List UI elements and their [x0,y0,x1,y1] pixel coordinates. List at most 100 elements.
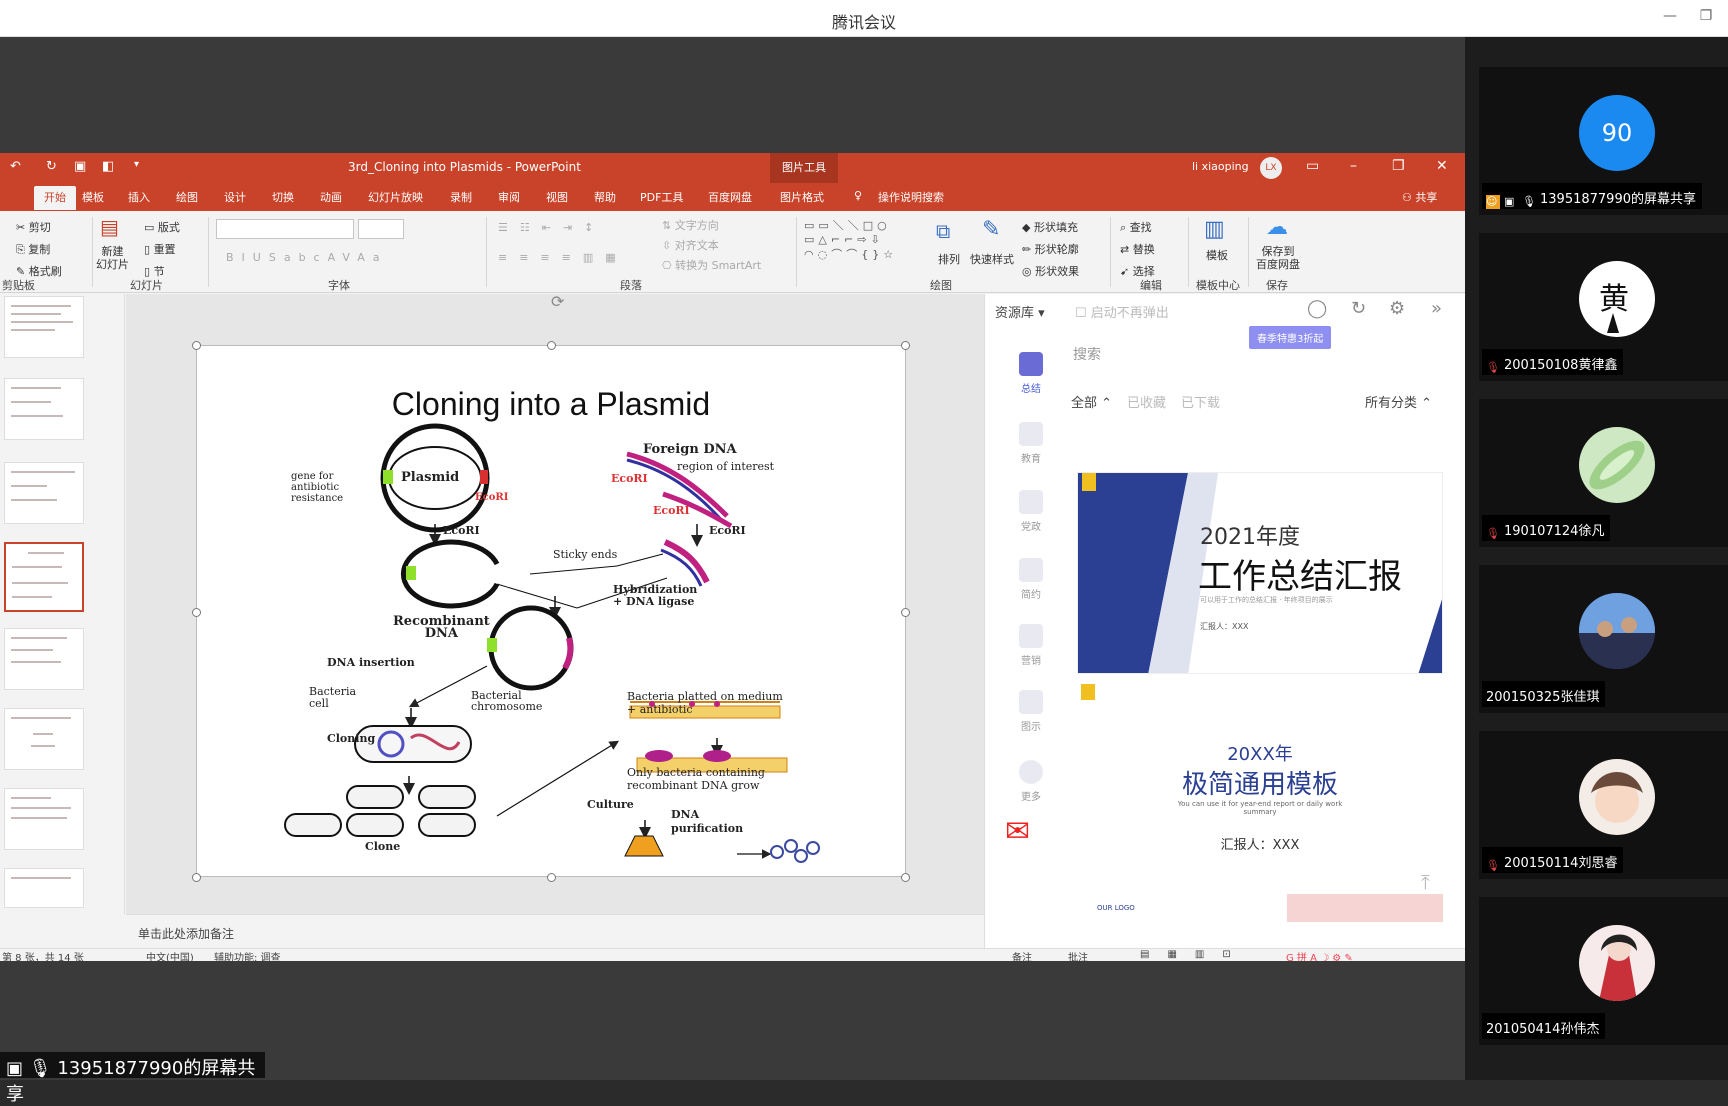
tab-baidu[interactable]: 百度网盘 [708,189,752,205]
redo-icon[interactable]: ↻ [46,159,57,174]
resource-dropdown[interactable]: 资源库 ▾ [995,302,1045,321]
tab-slideshow[interactable]: 幻灯片放映 [368,189,423,205]
replace-button[interactable]: ⇄ 替换 [1120,241,1155,257]
thumbnail-slide-selected[interactable] [4,542,84,612]
thumbnail-slide[interactable] [4,296,84,358]
tell-me-search[interactable]: 操作说明搜索 [878,189,944,205]
thumbnail-slide[interactable] [4,462,84,524]
thumbnail-slide[interactable] [4,868,84,908]
category-dropdown[interactable]: 所有分类 ⌃ [1365,392,1432,411]
undo-icon[interactable]: ↶ [10,159,21,174]
input-method-icons[interactable]: G 拼 A ☽ ⚙ ✎ [1286,949,1353,961]
filter-all[interactable]: 全部 ⌃ [1071,392,1112,411]
present-icon[interactable]: ▣ [74,159,86,174]
side-diagram[interactable]: 图示 [1013,690,1049,733]
baidu-cloud-icon[interactable]: ☁ [1266,215,1288,240]
collapse-icon[interactable]: » [1431,298,1442,319]
tab-home[interactable]: 开始 [34,186,76,210]
minimize-icon[interactable]: — [1660,8,1680,28]
side-party[interactable]: 党政 [1013,490,1049,533]
tab-animations[interactable]: 动画 [320,189,342,205]
ppt-restore-icon[interactable]: ❐ [1392,158,1405,174]
arrange-button[interactable]: 排列 [938,251,960,267]
shape-effects-button[interactable]: ◎ 形状效果 [1022,263,1079,279]
back-to-top-icon[interactable]: ⤒ [1421,870,1430,894]
screenshot-icon[interactable]: ◧ [102,159,114,174]
align-buttons[interactable]: ≡≡≡≡▥▦ [498,251,628,264]
copy-button[interactable]: ⎘ 复制 [16,241,50,257]
tab-help[interactable]: 帮助 [594,189,616,205]
tab-templates[interactable]: 模板 [82,189,104,205]
side-summary[interactable]: 总结 [1013,352,1049,395]
tab-record[interactable]: 录制 [450,189,472,205]
template-card[interactable]: 2021年度 工作总结汇报 可以用于工作的总结汇报 · 年终项目的展示 汇报人：… [1077,472,1443,674]
participant-card[interactable]: 90 ☺ ▣ 🎙 13951877990的屏幕共享 [1479,67,1728,215]
refresh-icon[interactable]: ↻ [1351,298,1366,319]
slide-canvas[interactable]: Cloning into a Plasmid gene for antibiot… [192,341,910,882]
accessibility-status[interactable]: 辅助功能: 调查 [214,949,281,961]
participant-card[interactable]: 黄 🎙 200150108黄律鑫 [1479,233,1728,381]
template-button[interactable]: 模板 [1206,247,1228,263]
text-direction-button[interactable]: ⇅ 文字方向 [662,217,719,233]
quick-styles-button[interactable]: 快速样式 [970,251,1014,267]
restore-icon[interactable]: ❐ [1696,8,1716,28]
shape-fill-button[interactable]: ◆ 形状填充 [1022,219,1078,235]
shape-outline-button[interactable]: ✏ 形状轮廓 [1022,241,1079,257]
quick-styles-icon[interactable]: ✎ [982,217,1000,242]
side-marketing[interactable]: 营销 [1013,624,1049,667]
share-button[interactable]: ⚇ 共享 [1402,189,1437,205]
tab-draw[interactable]: 绘图 [176,189,198,205]
cut-button[interactable]: ✂ 剪切 [16,219,51,235]
template-card[interactable]: 20XX年 极简通用模板 You can use it for year-end… [1077,684,1443,922]
find-button[interactable]: ⌕ 查找 [1120,219,1152,235]
participant-card[interactable]: 201050414孙伟杰 [1479,897,1728,1045]
font-format-buttons[interactable]: BIUSabcAVAa [226,251,388,264]
list-buttons[interactable]: ☰☷⇤⇥↕ [498,221,605,234]
notes-placeholder[interactable]: 单击此处添加备注 [138,925,234,942]
smartart-button[interactable]: ⎔ 转换为 SmartArt [662,257,761,273]
thumbnail-slide[interactable] [4,628,84,690]
template-icon[interactable]: ▥ [1204,217,1225,242]
font-name-select[interactable] [216,219,354,239]
no-popup-checkbox[interactable]: ☐ 启动不再弹出 [1075,302,1169,321]
participant-card[interactable]: 🎙 190107124徐凡 [1479,399,1728,547]
tab-design[interactable]: 设计 [224,189,246,205]
side-simple[interactable]: 简约 [1013,558,1049,601]
ribbon-display-icon[interactable]: ▭ [1306,158,1319,174]
tab-insert[interactable]: 插入 [128,189,150,205]
user-avatar[interactable]: LX [1260,157,1282,179]
tab-review[interactable]: 审阅 [498,189,520,205]
save-baidu-button[interactable]: 保存到 百度网盘 [1256,245,1300,271]
notes-toggle[interactable]: 备注 [1012,949,1032,961]
red-envelope-icon[interactable]: ✉ [1005,814,1045,854]
user-name[interactable]: li xiaoping [1192,160,1249,173]
notes-pane[interactable]: 单击此处添加备注 [126,914,984,948]
filter-downloaded[interactable]: 已下载 [1181,392,1220,411]
view-buttons[interactable]: ▤▦▥⊡ [1140,949,1249,960]
new-slide-button[interactable]: 新建 幻灯片 [96,245,129,271]
ppt-minimize-icon[interactable]: – [1350,158,1357,174]
side-more[interactable]: 更多 [1013,760,1049,803]
shapes-gallery[interactable]: ▭▭＼＼□○ ▭△⌐⌐⇨⇩ ◠◌⌒⌒{}☆ [804,217,897,262]
thumbnail-slide[interactable] [4,788,84,850]
new-slide-icon[interactable]: ▤ [100,215,119,239]
comments-toggle[interactable]: 批注 [1068,949,1088,961]
tab-view[interactable]: 视图 [546,189,568,205]
rotate-handle-icon[interactable]: ⟳ [551,292,564,311]
settings-icon[interactable]: ⚙ [1389,298,1405,319]
tab-picture-format[interactable]: 图片格式 [780,189,824,205]
side-education[interactable]: 教育 [1013,422,1049,465]
customize-icon[interactable]: ▾ [134,159,139,170]
search-input[interactable]: 搜索 [1073,344,1101,364]
thumbnail-slide[interactable] [4,708,84,770]
filter-favorites[interactable]: 已收藏 [1127,392,1166,411]
ppt-close-icon[interactable]: ✕ [1436,158,1448,174]
align-text-button[interactable]: ⇳ 对齐文本 [662,237,719,253]
participant-card[interactable]: 🎙 200150114刘思睿 [1479,731,1728,879]
language-status[interactable]: 中文(中国) [146,949,194,961]
account-icon[interactable]: ◯ [1307,298,1327,319]
participant-card[interactable]: 200150325张佳琪 [1479,565,1728,713]
arrange-icon[interactable]: ⧉ [936,219,950,243]
slide-thumbnails[interactable] [0,294,125,914]
tab-pdf[interactable]: PDF工具 [640,189,683,205]
